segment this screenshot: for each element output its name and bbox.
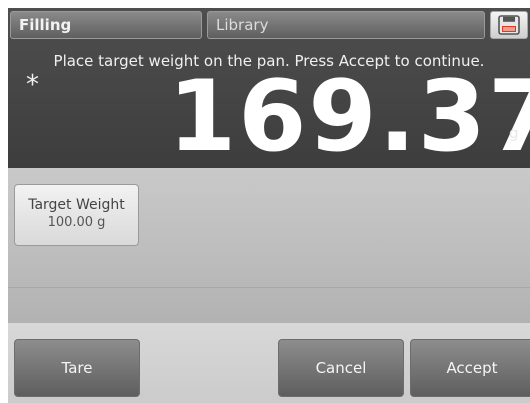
cancel-button[interactable]: Cancel xyxy=(278,339,404,397)
target-weight-label: Target Weight xyxy=(28,197,125,213)
tare-button[interactable]: Tare xyxy=(14,339,140,397)
target-weight-value: 100.00 g xyxy=(47,215,106,230)
target-weight-button[interactable]: Target Weight 100.00 g xyxy=(14,184,139,246)
save-button[interactable] xyxy=(490,11,528,39)
tab-filling[interactable]: Filling xyxy=(10,11,202,39)
scale-screen: Filling Library Place target weight on t… xyxy=(8,8,530,403)
weight-display: 169.37 xyxy=(168,60,530,174)
header-panel: Filling Library Place target weight on t… xyxy=(8,8,530,168)
softkey-bar: Tare Cancel Accept xyxy=(8,323,530,403)
stability-indicator: * xyxy=(26,70,39,100)
floppy-disk-icon xyxy=(498,15,520,35)
divider xyxy=(8,287,530,288)
tab-library[interactable]: Library xyxy=(207,11,485,39)
weight-unit: g xyxy=(509,124,519,142)
accept-button[interactable]: Accept xyxy=(410,339,530,397)
application-panel: Target Weight 100.00 g xyxy=(8,168,530,323)
